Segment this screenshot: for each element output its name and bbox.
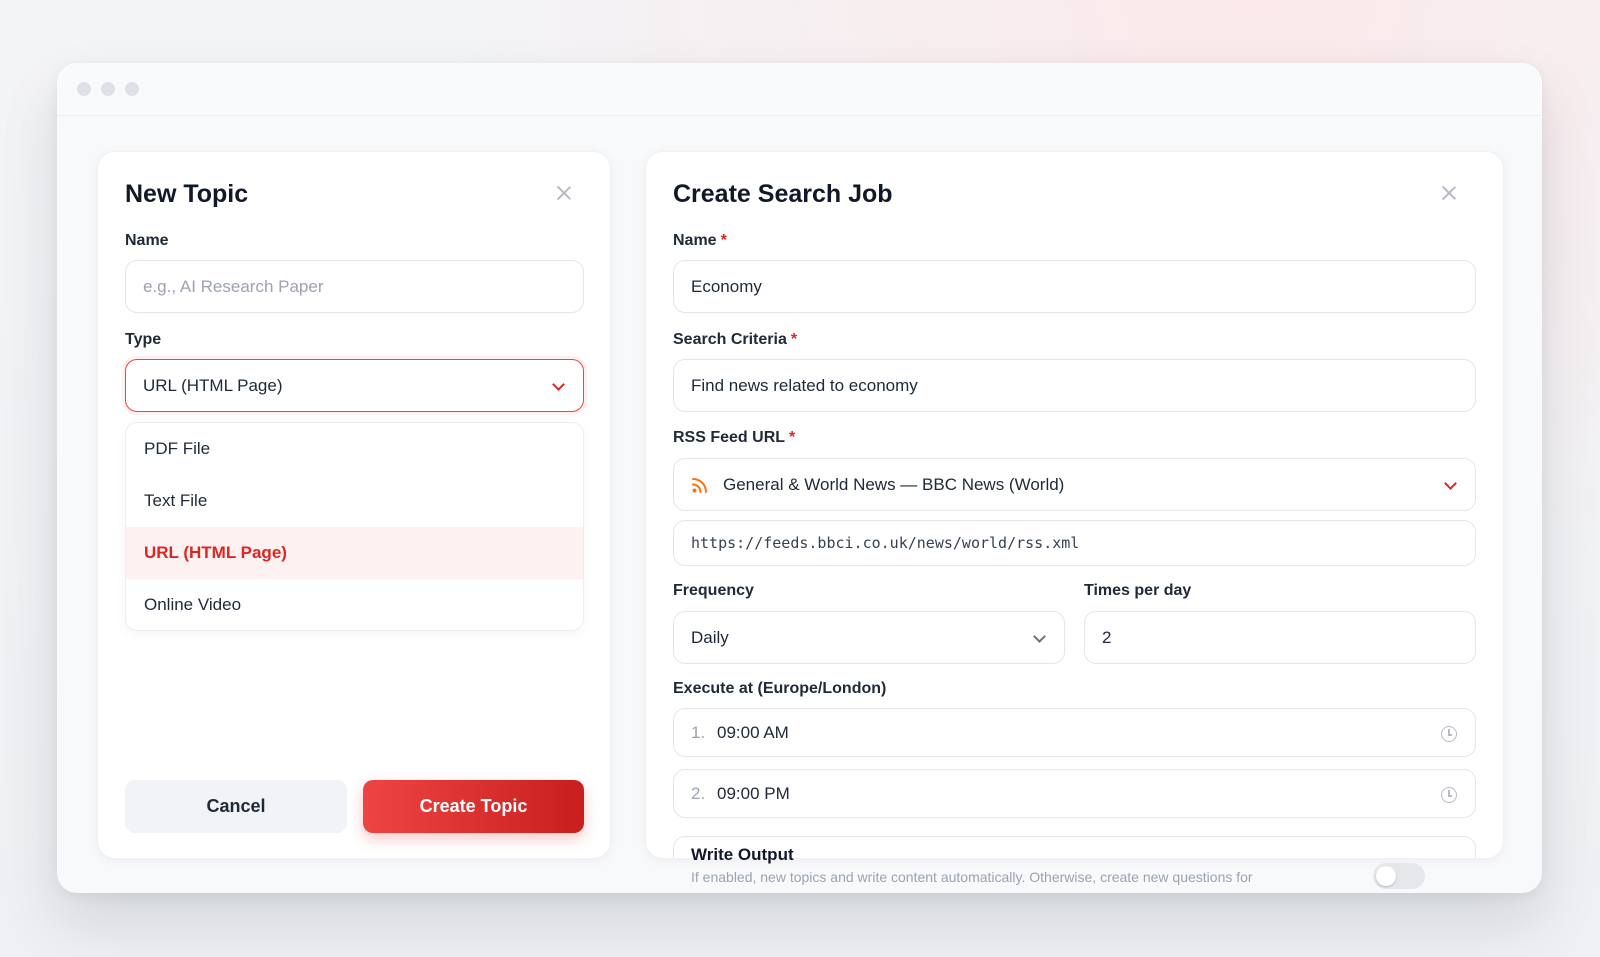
write-output-label: Write Output (691, 845, 794, 864)
topic-name-placeholder: e.g., AI Research Paper (143, 276, 324, 296)
times-per-day-input[interactable]: 2 (1084, 611, 1476, 664)
topic-name-input[interactable]: e.g., AI Research Paper (125, 260, 584, 313)
time-index: 1. (691, 722, 706, 742)
required-asterisk: * (720, 232, 727, 249)
criteria-value: Find news related to economy (691, 375, 918, 395)
required-asterisk: * (790, 331, 798, 348)
write-output-description: If enabled, new topics and write content… (691, 869, 1253, 885)
rss-url-value: https://feeds.bbci.co.uk/news/world/rss.… (691, 534, 1080, 552)
rss-label-text: RSS Feed URL (673, 429, 786, 446)
rss-selected-value: General & World News — BBC News (World) (723, 474, 1065, 494)
close-icon[interactable] (555, 184, 573, 202)
type-select[interactable]: URL (HTML Page) (125, 359, 584, 412)
clock-icon[interactable] (1441, 787, 1457, 803)
required-asterisk: * (789, 429, 796, 446)
chevron-down-icon (1033, 630, 1046, 643)
times-per-day-label: Times per day (1084, 582, 1192, 599)
criteria-input[interactable]: Find news related to economy (673, 359, 1476, 412)
window-maximize-dot[interactable] (125, 82, 139, 96)
clock-icon[interactable] (1441, 726, 1457, 742)
type-selected-value: URL (HTML Page) (143, 375, 283, 395)
type-option-video[interactable]: Online Video (126, 579, 583, 630)
type-option-url[interactable]: URL (HTML Page) (126, 527, 583, 579)
chevron-down-icon (1444, 477, 1457, 490)
create-topic-button[interactable]: Create Topic (363, 780, 584, 833)
new-topic-dialog: New Topic Name e.g., AI Research Paper T… (97, 151, 611, 859)
type-dropdown-menu: PDF File Text File URL (HTML Page) Onlin… (125, 422, 584, 631)
name-label: Name (125, 232, 169, 249)
type-label: Type (125, 331, 162, 348)
cancel-button[interactable]: Cancel (125, 780, 347, 833)
execute-at-label: Execute at (Europe/London) (673, 680, 887, 697)
type-option-pdf[interactable]: PDF File (126, 423, 583, 475)
time-index: 2. (691, 783, 706, 803)
frequency-label: Frequency (673, 582, 754, 599)
write-output-toggle[interactable] (1373, 863, 1425, 889)
frequency-select[interactable]: Daily (673, 611, 1065, 664)
time-value: 09:00 PM (717, 783, 790, 803)
time-input-2[interactable]: 2. 09:00 PM (673, 769, 1476, 818)
window-close-dot[interactable] (77, 82, 91, 96)
type-option-text[interactable]: Text File (126, 475, 583, 527)
search-job-dialog: Create Search Job Name * Economy Search C… (645, 151, 1504, 859)
window-minimize-dot[interactable] (101, 82, 115, 96)
frequency-value: Daily (691, 627, 729, 647)
rss-label: RSS Feed URL * (673, 429, 795, 447)
times-per-day-value: 2 (1102, 627, 1112, 647)
job-name-value: Economy (691, 276, 762, 296)
time-input-1[interactable]: 1. 09:00 AM (673, 708, 1476, 757)
job-name-input[interactable]: Economy (673, 260, 1476, 313)
rss-url-field[interactable]: https://feeds.bbci.co.uk/news/world/rss.… (673, 520, 1476, 566)
dialog-title: New Topic (125, 180, 249, 208)
criteria-label-text: Search Criteria (673, 331, 787, 348)
time-value: 09:00 AM (717, 722, 789, 742)
rss-icon (691, 476, 709, 494)
chevron-down-icon (552, 378, 565, 391)
window-titlebar (57, 63, 1542, 116)
dialog-title: Create Search Job (673, 180, 893, 208)
job-name-label-text: Name (673, 232, 717, 249)
close-icon[interactable] (1440, 184, 1458, 202)
rss-feed-select[interactable]: General & World News — BBC News (World) (673, 458, 1476, 511)
app-window: New Topic Name e.g., AI Research Paper T… (57, 63, 1542, 893)
criteria-label: Search Criteria * (673, 331, 797, 349)
job-name-label: Name * (673, 232, 727, 250)
